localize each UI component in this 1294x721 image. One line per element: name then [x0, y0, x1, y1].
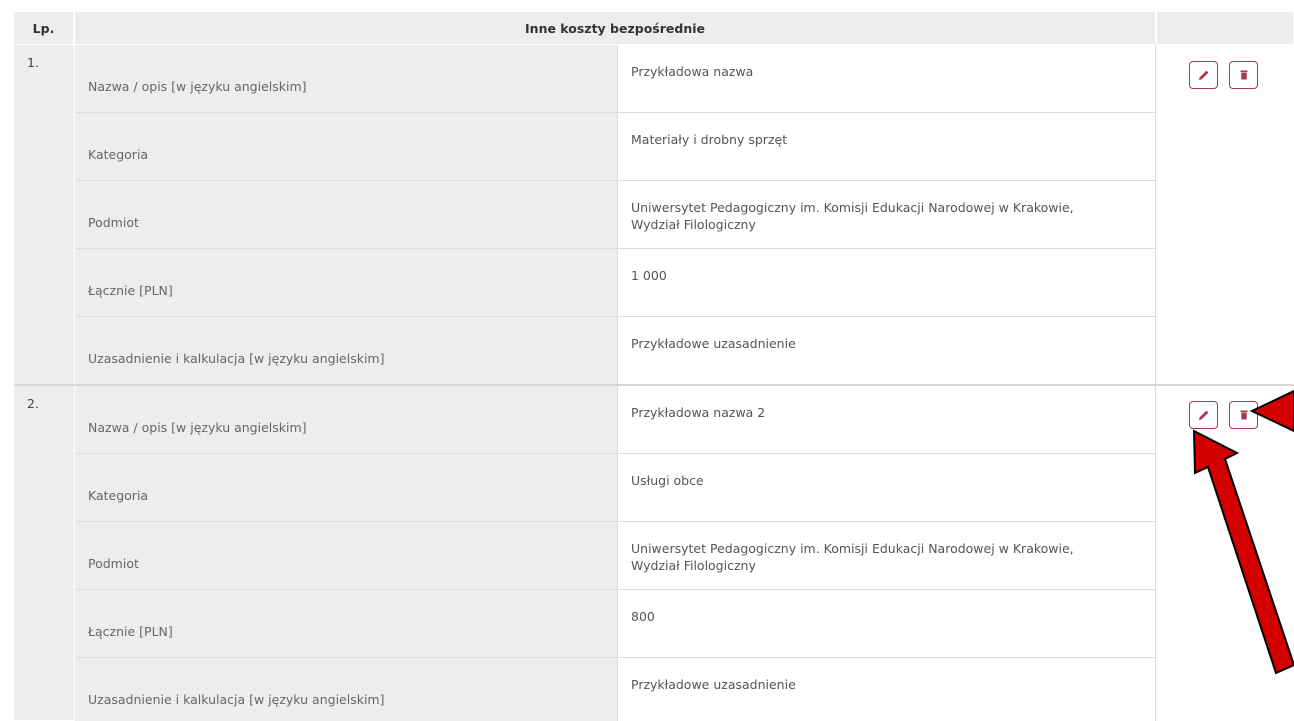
field-value-cell: 800: [617, 590, 1156, 657]
field-label: Podmiot: [88, 215, 139, 230]
field-entity: Podmiot Uniwersytet Pedagogiczny im. Kom…: [75, 181, 1156, 249]
pencil-icon: [1199, 70, 1209, 80]
field-label-cell: Uzasadnienie i kalkulacja [w języku angi…: [75, 658, 617, 721]
field-value-cell: Usługi obce: [617, 454, 1156, 521]
field-value-cell: Przykładowa nazwa 2: [617, 386, 1156, 453]
field-label-cell: Łącznie [PLN]: [75, 590, 617, 657]
field-label: Nazwa / opis [w języku angielskim]: [88, 79, 307, 94]
field-total: Łącznie [PLN] 800: [75, 590, 1156, 658]
field-entity: Podmiot Uniwersytet Pedagogiczny im. Kom…: [75, 522, 1156, 590]
field-value: Uniwersytet Pedagogiczny im. Komisji Edu…: [631, 200, 1074, 232]
field-label: Uzasadnienie i kalkulacja [w języku angi…: [88, 351, 385, 366]
field-label: Nazwa / opis [w języku angielskim]: [88, 420, 307, 435]
red-arrow-icon: [1192, 429, 1294, 675]
edit-button[interactable]: [1189, 61, 1218, 89]
field-label-cell: Podmiot: [75, 181, 617, 248]
field-value: Materiały i drobny sprzęt: [631, 132, 788, 147]
field-value: Przykładowe uzasadnienie: [631, 677, 796, 692]
delete-button[interactable]: [1229, 61, 1258, 89]
field-value: Uniwersytet Pedagogiczny im. Komisji Edu…: [631, 541, 1074, 573]
field-name: Nazwa / opis [w języku angielskim] Przyk…: [75, 45, 1156, 113]
row-number-cell: 2.: [14, 386, 74, 721]
field-label-cell: Kategoria: [75, 454, 617, 521]
header-lp: Lp.: [14, 12, 74, 44]
field-value-cell: Przykładowe uzasadnienie: [617, 658, 1156, 721]
field-value: 800: [631, 609, 655, 624]
field-value: Przykładowa nazwa 2: [631, 405, 766, 420]
field-justification: Uzasadnienie i kalkulacja [w języku angi…: [75, 317, 1156, 385]
field-label-cell: Uzasadnienie i kalkulacja [w języku angi…: [75, 317, 617, 384]
field-value: Przykładowe uzasadnienie: [631, 336, 796, 351]
field-value-cell: Materiały i drobny sprzęt: [617, 113, 1156, 180]
field-value-cell: Przykładowa nazwa: [617, 45, 1156, 112]
field-label: Uzasadnienie i kalkulacja [w języku angi…: [88, 692, 385, 707]
row-actions-cell: [1157, 45, 1294, 385]
field-label: Kategoria: [88, 147, 149, 162]
costs-table-page: Lp. Inne koszty bezpośrednie 1. Nazwa / …: [0, 0, 1294, 721]
field-value: Przykładowa nazwa: [631, 64, 754, 79]
annotation-arrows: [1192, 389, 1294, 675]
field-value-cell: Uniwersytet Pedagogiczny im. Komisji Edu…: [617, 522, 1156, 589]
field-label-cell: Łącznie [PLN]: [75, 249, 617, 316]
field-label-cell: Podmiot: [75, 522, 617, 589]
header-other-direct-costs: Inne koszty bezpośrednie: [75, 12, 1156, 44]
field-label-cell: Kategoria: [75, 113, 617, 180]
field-name: Nazwa / opis [w języku angielskim] Przyk…: [75, 386, 1156, 454]
field-total: Łącznie [PLN] 1 000: [75, 249, 1156, 317]
field-label: Łącznie [PLN]: [88, 624, 173, 639]
field-value-cell: Przykładowe uzasadnienie: [617, 317, 1156, 384]
trash-icon: [1240, 70, 1248, 80]
top-strip: [0, 0, 1294, 10]
red-arrow-icon: [1249, 389, 1294, 433]
field-label: Podmiot: [88, 556, 139, 571]
field-value: 1 000: [631, 268, 667, 283]
field-justification: Uzasadnienie i kalkulacja [w języku angi…: [75, 658, 1156, 721]
field-label: Łącznie [PLN]: [88, 283, 173, 298]
row-number-cell: 1.: [14, 45, 74, 385]
row-number: 2.: [27, 396, 39, 411]
field-value-cell: Uniwersytet Pedagogiczny im. Komisji Edu…: [617, 181, 1156, 248]
header-actions: [1157, 12, 1294, 44]
field-category: Kategoria Usługi obce: [75, 454, 1156, 522]
field-label: Kategoria: [88, 488, 149, 503]
field-label-cell: Nazwa / opis [w języku angielskim]: [75, 45, 617, 112]
field-label-cell: Nazwa / opis [w języku angielskim]: [75, 386, 617, 453]
field-value: Usługi obce: [631, 473, 704, 488]
row-number: 1.: [27, 55, 39, 70]
field-value-cell: 1 000: [617, 249, 1156, 316]
field-category: Kategoria Materiały i drobny sprzęt: [75, 113, 1156, 181]
